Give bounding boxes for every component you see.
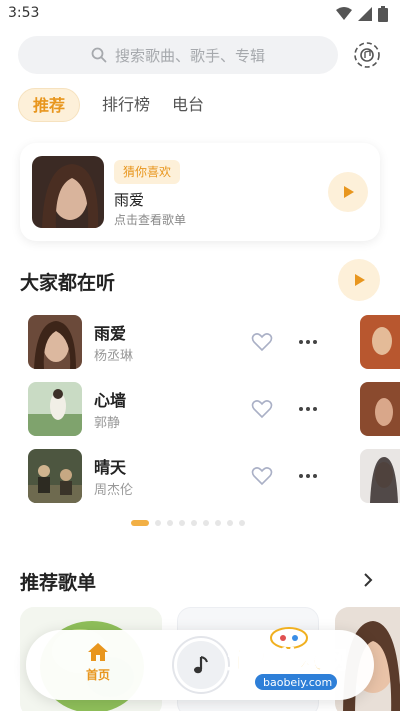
song-title: 心墙 [94, 391, 127, 410]
page-dot[interactable] [155, 520, 161, 526]
heart-icon[interactable] [250, 330, 274, 354]
song-row[interactable]: 晴天 周杰伦 [28, 449, 328, 503]
page-dot[interactable] [203, 520, 209, 526]
page-dot[interactable] [239, 520, 245, 526]
song-title: 晴天 [94, 458, 127, 477]
playlists-title: 推荐歌单 [20, 572, 97, 594]
song-cover-image [28, 382, 82, 436]
chevron-right-icon[interactable] [360, 572, 376, 588]
status-time: 3:53 [8, 5, 40, 21]
nav-home[interactable]: 首页 [78, 642, 118, 683]
song-cover-image [28, 315, 82, 369]
status-bar: 3:53 [0, 0, 400, 28]
next-page-cover [360, 315, 400, 369]
watermark-text: 宝贝游戏网 [227, 646, 347, 674]
watermark-url: baobeiy.com [263, 676, 332, 689]
guess-subtitle: 点击查看歌单 [114, 213, 187, 227]
song-cover-image [28, 449, 82, 503]
wifi-icon [336, 7, 352, 20]
song-row[interactable]: 雨爱 杨丞琳 [28, 315, 328, 369]
more-icon[interactable] [296, 397, 320, 421]
music-note-icon [194, 656, 208, 674]
mini-player-button[interactable] [174, 638, 228, 692]
song-row[interactable]: 心墙 郭静 [28, 382, 328, 436]
tab-radio[interactable]: 电台 [172, 88, 204, 122]
page-dot-active[interactable] [131, 520, 149, 526]
search-placeholder: 搜索歌曲、歌手、专辑 [114, 46, 265, 65]
search-input[interactable]: 搜索歌曲、歌手、专辑 [18, 36, 338, 74]
trending-title: 大家都在听 [20, 272, 116, 294]
trending-play-all-button[interactable] [338, 259, 380, 301]
page-dot[interactable] [227, 520, 233, 526]
watermark: 宝贝游戏网 baobeiy.com [225, 624, 385, 694]
pagination-dots [131, 520, 245, 526]
tab-recommend[interactable]: 推荐 [18, 88, 81, 122]
battery-icon [378, 6, 388, 22]
nav-home-label: 首页 [85, 668, 110, 682]
play-icon [355, 274, 365, 286]
next-page-cover [360, 382, 400, 436]
tab-bar: 推荐 排行榜 电台 [18, 88, 204, 122]
music-recognize-button[interactable] [350, 38, 384, 72]
song-artist: 周杰伦 [94, 483, 134, 498]
tab-charts[interactable]: 排行榜 [102, 88, 150, 122]
guess-title: 雨爱 [114, 191, 145, 209]
heart-icon[interactable] [250, 397, 274, 421]
guess-cover-image [32, 156, 104, 228]
home-icon [88, 643, 108, 661]
page-dot[interactable] [215, 520, 221, 526]
heart-icon[interactable] [250, 464, 274, 488]
cellular-icon [358, 7, 372, 21]
page-dot[interactable] [179, 520, 185, 526]
guess-you-like-card[interactable]: 猜你喜欢 雨爱 点击查看歌单 [20, 143, 380, 241]
song-artist: 杨丞琳 [94, 349, 134, 364]
guess-play-button[interactable] [328, 172, 368, 212]
page-dot[interactable] [167, 520, 173, 526]
music-recognize-icon [354, 42, 380, 68]
next-page-cover [360, 449, 400, 503]
play-icon [344, 186, 354, 198]
song-title: 雨爱 [94, 324, 127, 343]
more-icon[interactable] [296, 330, 320, 354]
page-dot[interactable] [191, 520, 197, 526]
more-icon[interactable] [296, 464, 320, 488]
song-artist: 郭静 [94, 416, 121, 431]
guess-tag: 猜你喜欢 [114, 160, 181, 184]
status-icons [336, 6, 388, 22]
search-icon [91, 47, 107, 63]
